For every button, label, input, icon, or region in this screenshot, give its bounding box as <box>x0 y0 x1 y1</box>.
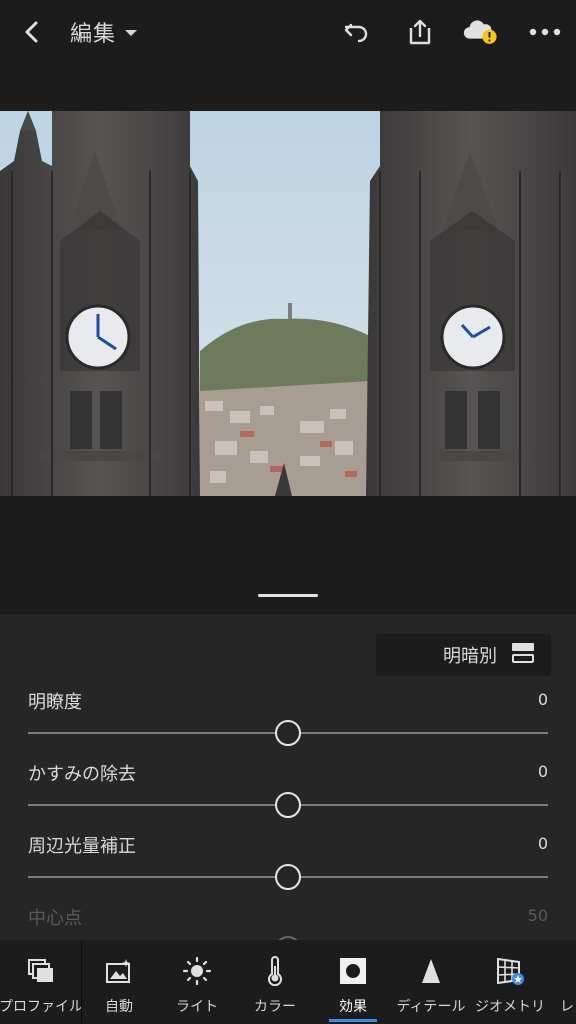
tool-effects[interactable]: 効果 <box>322 940 384 1024</box>
tool-color-label: カラー <box>254 999 296 1015</box>
tool-color[interactable]: カラー <box>244 940 306 1024</box>
share-icon[interactable] <box>402 14 438 50</box>
effects-icon <box>338 956 368 986</box>
effects-panel: 明暗別 明瞭度 0 かすみの除去 0 周辺光量補正 0 中心点 50 <box>0 614 576 940</box>
tool-auto-label: 自動 <box>105 999 133 1015</box>
tool-profiles-label: プロファイル <box>0 999 83 1015</box>
detail-icon <box>416 956 446 986</box>
undo-icon[interactable] <box>338 14 374 50</box>
toolbar-divider <box>81 940 82 1024</box>
clarity-slider[interactable] <box>28 720 548 746</box>
tool-geometry-label: ジオメトリ <box>475 999 545 1015</box>
bottom-toolbar: プロファイル 自動 ライト カラー 効果 ディテール ジオメトリ レ <box>0 940 576 1024</box>
tool-auto[interactable]: 自動 <box>88 940 150 1024</box>
profiles-icon <box>26 956 56 986</box>
panel-drag-handle[interactable] <box>258 594 318 597</box>
top-bar: 編集 <box>0 0 576 64</box>
vignette-slider-row: 周辺光量補正 0 <box>28 832 548 904</box>
vignette-slider-thumb[interactable] <box>275 864 301 890</box>
tone-mode-button[interactable]: 明暗別 <box>376 634 551 676</box>
photo-canvas[interactable] <box>0 111 576 496</box>
tool-geometry[interactable]: ジオメトリ <box>470 940 550 1024</box>
vignette-label: 周辺光量補正 <box>28 836 136 857</box>
tool-detail[interactable]: ディテール <box>392 940 470 1024</box>
lens-icon <box>558 956 576 986</box>
geometry-icon <box>495 956 525 986</box>
right-tower <box>366 111 576 496</box>
tool-detail-label: ディテール <box>396 999 466 1015</box>
dehaze-slider[interactable] <box>28 792 548 818</box>
light-icon <box>182 956 212 986</box>
more-dots-icon[interactable] <box>527 14 563 50</box>
clarity-slider-row: 明瞭度 0 <box>28 688 548 760</box>
cloud-warning-icon[interactable] <box>462 14 498 50</box>
left-tower <box>0 111 200 496</box>
clarity-slider-thumb[interactable] <box>275 720 301 746</box>
midpoint-label: 中心点 <box>28 908 82 929</box>
active-tool-indicator <box>329 1019 377 1022</box>
vignette-value: 0 <box>537 834 548 853</box>
vignette-slider[interactable] <box>28 864 548 890</box>
split-view-icon <box>511 642 535 668</box>
tool-lens-label: レ <box>560 999 574 1015</box>
midpoint-value: 50 <box>527 906 548 925</box>
tool-light[interactable]: ライト <box>166 940 228 1024</box>
chevron-left-icon[interactable] <box>14 14 50 50</box>
dehaze-slider-row: かすみの除去 0 <box>28 760 548 832</box>
edit-mode-dropdown[interactable]: 編集 <box>70 14 138 50</box>
tone-mode-label: 明暗別 <box>443 646 497 667</box>
page-title: 編集 <box>70 22 117 47</box>
tool-lens[interactable]: レ <box>558 940 576 1024</box>
clarity-label: 明瞭度 <box>28 692 82 713</box>
dehaze-slider-thumb[interactable] <box>275 792 301 818</box>
auto-icon <box>104 956 134 986</box>
thermometer-icon <box>260 956 290 986</box>
tool-light-label: ライト <box>176 999 218 1015</box>
tool-profiles[interactable]: プロファイル <box>0 940 83 1024</box>
basilica-photo <box>0 111 576 496</box>
midpoint-slider-row: 中心点 50 <box>28 904 548 940</box>
tool-effects-label: 効果 <box>339 999 367 1015</box>
caret-down-icon <box>124 23 138 42</box>
clarity-value: 0 <box>537 690 548 709</box>
dehaze-value: 0 <box>537 762 548 781</box>
dehaze-label: かすみの除去 <box>28 764 136 785</box>
